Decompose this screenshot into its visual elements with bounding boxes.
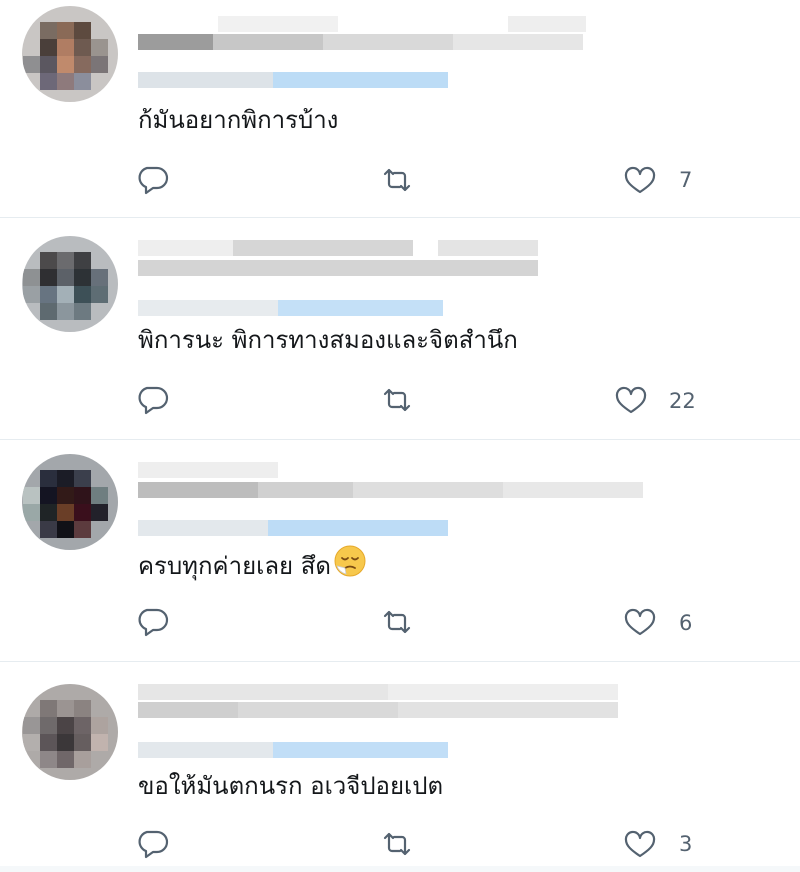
like-button[interactable] <box>620 604 660 640</box>
replies-feed: ก้มันอยากพิการบ้าง 7 พิการนะ พิการทางสมอ… <box>0 0 800 872</box>
avatar[interactable] <box>22 6 118 102</box>
reply-item[interactable]: ขอให้มันตกนรก อเวจีปอยเปต 3 <box>0 662 800 866</box>
avatar[interactable] <box>22 454 118 550</box>
like-button[interactable] <box>611 382 651 418</box>
like-button[interactable] <box>620 162 660 198</box>
avatar[interactable] <box>22 684 118 780</box>
reply-item[interactable]: ก้มันอยากพิการบ้าง 7 <box>0 0 800 218</box>
reply-button[interactable] <box>134 162 174 198</box>
retweet-button[interactable] <box>377 604 417 640</box>
retweet-arrows-icon <box>383 610 411 634</box>
retweet-arrows-icon <box>383 388 411 412</box>
like-count: 3 <box>679 832 693 856</box>
reply-item[interactable]: ครบทุกค่ายเลย สึด 6 <box>0 440 800 662</box>
reply-bubble-icon <box>138 166 169 195</box>
reply-text: ครบทุกค่ายเลย สึด <box>138 545 367 584</box>
reply-button[interactable] <box>134 826 174 862</box>
heart-outline-icon <box>615 386 647 414</box>
like-button[interactable] <box>620 826 660 862</box>
retweet-button[interactable] <box>377 162 417 198</box>
reply-item[interactable]: พิการนะ พิการทางสมองและจิตสำนึก 22 <box>0 218 800 440</box>
reply-text-content: ครบทุกค่ายเลย สึด <box>138 552 331 580</box>
retweet-button[interactable] <box>377 382 417 418</box>
like-count: 6 <box>679 611 693 635</box>
reply-bubble-icon <box>138 608 169 637</box>
heart-outline-icon <box>624 830 656 858</box>
retweet-button[interactable] <box>377 826 417 862</box>
reply-text: ก้มันอยากพิการบ้าง <box>138 106 339 134</box>
reply-button[interactable] <box>134 382 174 418</box>
reply-bubble-icon <box>138 830 169 859</box>
avatar[interactable] <box>22 236 118 332</box>
like-count: 22 <box>669 389 696 413</box>
bottom-edge <box>0 866 800 872</box>
retweet-arrows-icon <box>383 832 411 856</box>
heart-outline-icon <box>624 608 656 636</box>
reply-bubble-icon <box>138 386 169 415</box>
relieved-face-emoji <box>333 544 367 584</box>
heart-outline-icon <box>624 166 656 194</box>
like-count: 7 <box>679 168 693 192</box>
reply-button[interactable] <box>134 604 174 640</box>
reply-text: พิการนะ พิการทางสมองและจิตสำนึก <box>138 326 518 354</box>
reply-text: ขอให้มันตกนรก อเวจีปอยเปต <box>138 772 444 800</box>
retweet-arrows-icon <box>383 168 411 192</box>
